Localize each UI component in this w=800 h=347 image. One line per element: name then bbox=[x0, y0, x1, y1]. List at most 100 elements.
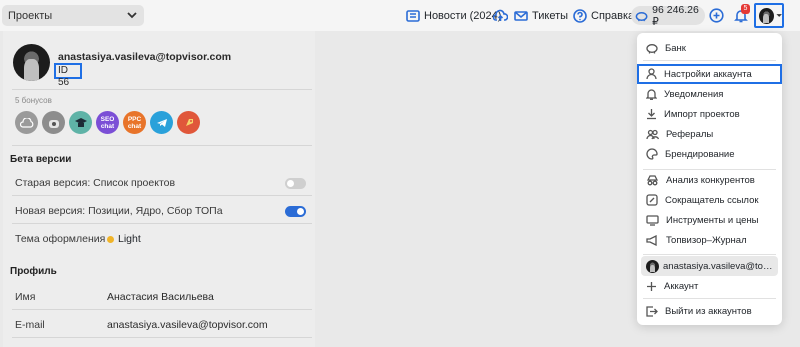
email-value[interactable]: anastasiya.vasileva@topvisor.com bbox=[107, 319, 268, 331]
menu-item-link-shortener[interactable]: Сокращатель ссылок bbox=[637, 190, 782, 210]
old-version-toggle[interactable] bbox=[285, 178, 306, 189]
menu-item-label: Рефералы bbox=[666, 128, 714, 140]
name-label: Имя bbox=[15, 291, 36, 303]
bell-icon bbox=[646, 89, 657, 100]
avatar bbox=[759, 7, 774, 24]
menu-item-label: Банк bbox=[665, 42, 686, 54]
menu-item-label: Топвизор–Журнал bbox=[666, 234, 747, 246]
divider bbox=[12, 145, 312, 146]
divider bbox=[12, 89, 312, 90]
menu-item-logout[interactable]: Выйти из аккаунтов bbox=[637, 301, 782, 321]
menu-item-add-account[interactable]: Аккаунт bbox=[637, 276, 782, 296]
plus-circle-icon bbox=[709, 8, 724, 23]
menu-item-tools-prices[interactable]: Инструменты и цены bbox=[637, 210, 782, 230]
divider bbox=[12, 223, 312, 224]
old-version-label: Старая версия: Список проектов bbox=[15, 177, 176, 189]
piggy-bank-icon bbox=[646, 43, 658, 53]
news-link[interactable]: Новости (2024) bbox=[406, 7, 501, 24]
profile-section-title: Профиль bbox=[10, 266, 57, 277]
upload-button[interactable] bbox=[493, 7, 512, 24]
email-label: E-mail bbox=[15, 319, 45, 331]
help-link[interactable]: Справка bbox=[573, 7, 634, 24]
new-version-label: Новая версия: Позиции, Ядро, Сбор ТОПа bbox=[15, 205, 223, 217]
news-icon bbox=[406, 9, 420, 22]
menu-item-referrals[interactable]: Рефералы bbox=[637, 124, 782, 144]
account-id: ID 56 bbox=[54, 63, 82, 88]
menu-item-account-settings[interactable]: Настройки аккаунта bbox=[637, 64, 782, 84]
menu-item-branding[interactable]: Брендирование bbox=[637, 144, 782, 164]
profile-avatar[interactable] bbox=[13, 44, 50, 81]
menu-divider bbox=[643, 254, 776, 255]
menu-item-label: Брендирование bbox=[665, 148, 735, 160]
spy-icon bbox=[646, 174, 659, 185]
top-bar: Проекты Новости (2024) Тикеты Справка 96… bbox=[0, 0, 800, 31]
caret-down-icon bbox=[776, 14, 782, 17]
current-user-email: anastasiya.vasileva@topvisor.com bbox=[663, 260, 777, 272]
sun-icon bbox=[107, 235, 114, 243]
seo-chat-label: SEO chat bbox=[100, 115, 115, 130]
rocket-bonus-icon[interactable] bbox=[177, 111, 200, 134]
theme-value: Light bbox=[118, 233, 141, 245]
profile-email: anastasiya.vasileva@topvisor.com bbox=[58, 51, 232, 63]
divider bbox=[12, 337, 312, 338]
account-menu-button[interactable] bbox=[754, 3, 784, 28]
monitor-icon bbox=[646, 214, 659, 226]
menu-divider bbox=[643, 60, 776, 61]
menu-item-journal[interactable]: Топвизор–Журнал bbox=[637, 230, 782, 250]
chevron-down-icon bbox=[127, 12, 137, 19]
import-icon bbox=[647, 109, 656, 120]
cloud-upload-icon bbox=[493, 9, 508, 21]
theme-label: Тема оформления bbox=[15, 233, 106, 245]
ticket-icon bbox=[514, 10, 528, 21]
plus-icon bbox=[647, 281, 656, 291]
help-icon bbox=[573, 8, 587, 23]
menu-divider bbox=[643, 298, 776, 299]
users-icon bbox=[646, 129, 659, 139]
piggy-bank-icon bbox=[635, 11, 648, 21]
menu-item-label: Импорт проектов bbox=[664, 108, 740, 120]
balance-value: 96 246.26 ₽ bbox=[652, 3, 699, 28]
news-label: Новости (2024) bbox=[424, 9, 502, 22]
menu-item-notifications[interactable]: Уведомления bbox=[637, 84, 782, 104]
bonus-row: SEO chat PPC chat bbox=[15, 111, 204, 134]
divider bbox=[12, 309, 312, 310]
divider bbox=[12, 195, 312, 196]
menu-item-label: Сокращатель ссылок bbox=[665, 194, 759, 206]
user-icon bbox=[646, 68, 657, 80]
menu-item-current-user[interactable]: anastasiya.vasileva@topvisor.com bbox=[641, 256, 778, 276]
theme-select[interactable]: Light bbox=[107, 233, 141, 245]
bonus-count-label: 5 бонусов bbox=[15, 96, 52, 105]
menu-item-import-projects[interactable]: Импорт проектов bbox=[637, 104, 782, 124]
menu-item-label: Анализ конкурентов bbox=[666, 174, 755, 186]
menu-item-label: Инструменты и цены bbox=[666, 214, 759, 226]
robot-bonus-icon[interactable] bbox=[42, 111, 65, 134]
name-value[interactable]: Анастасия Васильева bbox=[107, 291, 214, 303]
account-card: anastasiya.vasileva@topvisor.com ID 56 5… bbox=[3, 31, 315, 347]
menu-item-bank[interactable]: Банк bbox=[637, 38, 782, 58]
avatar bbox=[646, 259, 659, 273]
help-label: Справка bbox=[591, 9, 635, 22]
balance-pill[interactable]: 96 246.26 ₽ bbox=[631, 3, 705, 28]
project-select-label: Проекты bbox=[8, 9, 53, 22]
seo-chat-bonus[interactable]: SEO chat bbox=[96, 111, 119, 134]
menu-item-label: Аккаунт bbox=[664, 280, 699, 292]
add-button[interactable] bbox=[709, 7, 728, 24]
account-dropdown-menu: Банк Настройки аккаунта Уведомления Импо… bbox=[637, 33, 782, 325]
profile-header bbox=[13, 44, 50, 81]
tickets-label: Тикеты bbox=[532, 9, 569, 22]
menu-item-label: Выйти из аккаунтов bbox=[665, 305, 752, 317]
logout-icon bbox=[646, 305, 658, 317]
new-version-toggle[interactable] bbox=[285, 206, 306, 217]
cloud-bonus-icon[interactable] bbox=[15, 111, 38, 134]
ppc-chat-bonus[interactable]: PPC chat bbox=[123, 111, 146, 134]
ppc-chat-label: PPC chat bbox=[127, 115, 142, 130]
project-select[interactable]: Проекты bbox=[2, 5, 144, 26]
graduation-cap-bonus-icon[interactable] bbox=[69, 111, 92, 134]
menu-item-label: Уведомления bbox=[664, 88, 724, 100]
megaphone-icon bbox=[646, 234, 657, 246]
telegram-bonus-icon[interactable] bbox=[150, 111, 173, 134]
tickets-link[interactable]: Тикеты bbox=[514, 7, 568, 24]
beta-section-title: Бета версии bbox=[10, 154, 72, 165]
notification-badge: 5 bbox=[741, 4, 750, 14]
menu-item-competitor-analysis[interactable]: Анализ конкурентов bbox=[637, 170, 782, 190]
